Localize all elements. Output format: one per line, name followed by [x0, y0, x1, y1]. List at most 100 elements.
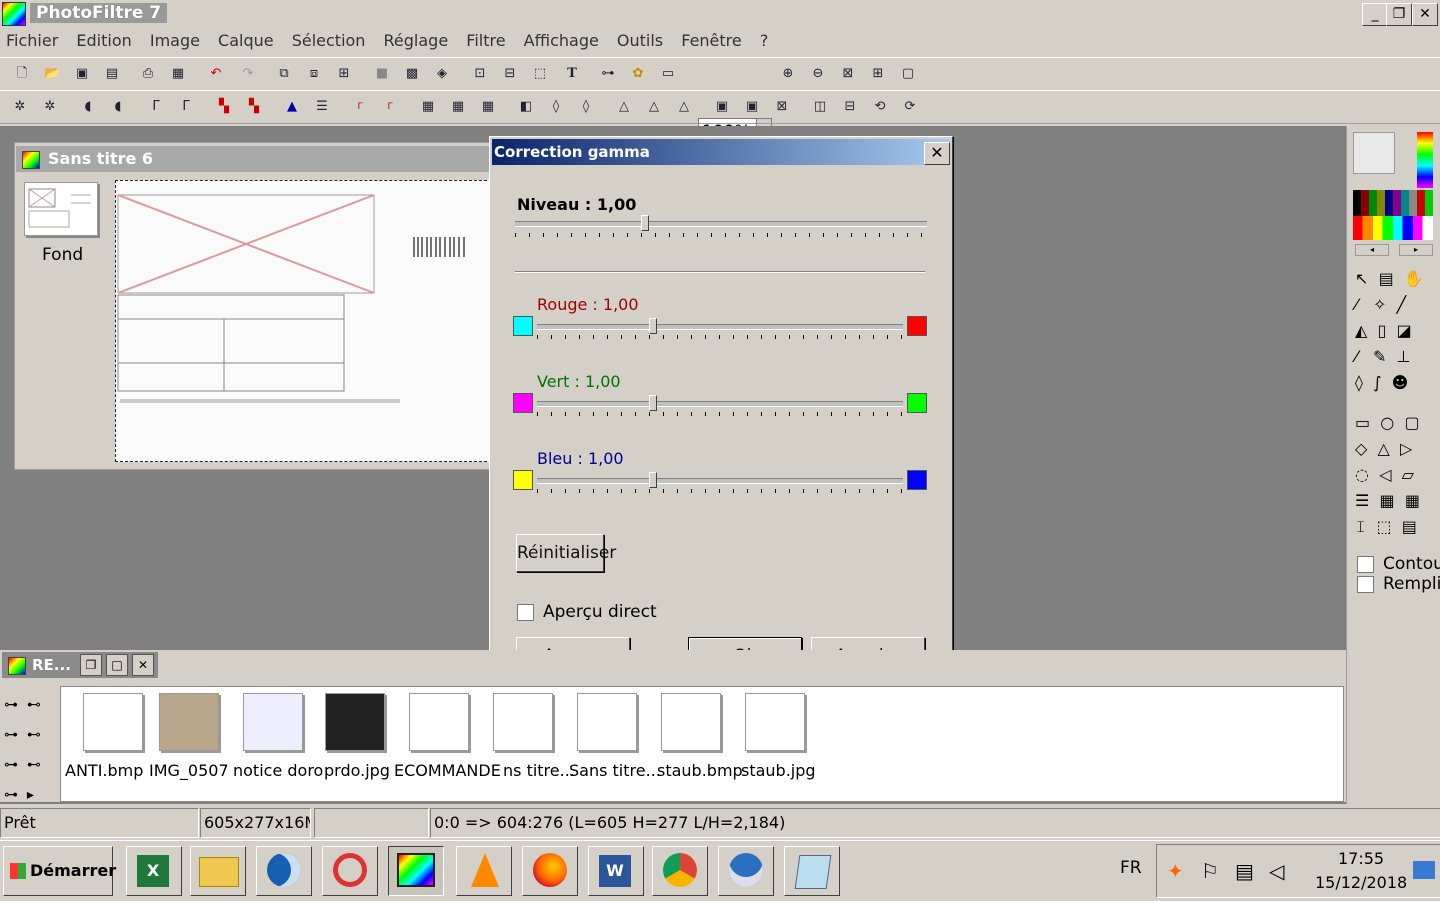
canvas-size-icon[interactable]: ⊟ [502, 66, 518, 82]
bleu-slider-thumb[interactable] [649, 472, 657, 488]
file-name-8[interactable]: staub.jpg [741, 761, 816, 780]
explorer-restore-button[interactable]: ❐ [80, 654, 102, 676]
image-size-icon[interactable]: ⊡ [472, 66, 488, 82]
vert-slider-thumb[interactable] [649, 395, 657, 411]
palette-next-icon[interactable]: ▸ [1399, 244, 1433, 256]
file-name-0[interactable]: ANTI.bmp [65, 761, 143, 780]
document-title-bar[interactable]: Sans titre 6 [16, 146, 490, 172]
plugins-icon[interactable]: ✿ [630, 66, 646, 82]
transform-icon[interactable]: ⬚ [1376, 517, 1391, 536]
niveau-slider-track[interactable] [515, 221, 927, 227]
effect-2-icon[interactable]: ✲ [42, 99, 58, 115]
effect-8-icon[interactable]: ▚ [246, 99, 262, 115]
file-name-7[interactable]: staub.bmp [657, 761, 743, 780]
eraser-icon[interactable]: ◪ [1396, 321, 1411, 340]
file-thumb-2[interactable] [243, 693, 303, 751]
open-shape-icon[interactable]: ▱ [1402, 465, 1414, 484]
effect-11-icon[interactable]: ▦ [420, 99, 436, 115]
hand-icon[interactable]: ✋ [1404, 269, 1424, 288]
effect-5-icon[interactable]: Γ [148, 99, 164, 115]
save-as-icon[interactable]: ▤ [104, 66, 120, 82]
redo-icon[interactable]: ↷ [240, 66, 256, 82]
auto-contrast-icon[interactable]: Γ [382, 99, 398, 115]
spray-icon[interactable]: ▯ [1377, 321, 1386, 340]
rectangle-icon[interactable]: ▭ [1355, 413, 1370, 432]
portrait-icon[interactable]: ☻ [1392, 373, 1409, 392]
start-button[interactable]: Démarrer [3, 846, 116, 896]
menu-edition[interactable]: Edition [70, 29, 137, 52]
effect-20-icon[interactable]: ⊠ [774, 99, 790, 115]
line-icon[interactable]: ╱ [1397, 295, 1407, 314]
file-name-3[interactable]: prdo.jpg [324, 761, 390, 780]
rotate-left-icon[interactable]: ⟲ [872, 99, 888, 115]
file-thumb-4[interactable] [409, 693, 469, 751]
file-thumb-3[interactable] [325, 693, 385, 751]
vlc-icon[interactable] [456, 846, 512, 896]
text-cursor-icon[interactable]: 𝙸 [1355, 517, 1366, 536]
crop-icon[interactable]: ⬚ [532, 66, 548, 82]
menu-fichier[interactable]: Fichier [0, 29, 64, 52]
image-canvas[interactable] [115, 180, 492, 462]
explorer-icon[interactable]: ⊶ [600, 66, 616, 82]
calendar-icon[interactable]: ▤ [1402, 517, 1417, 536]
file-name-5[interactable]: ns titre... [503, 761, 575, 780]
smudge-icon[interactable]: ∫ [1373, 373, 1381, 392]
file-thumb-7[interactable] [661, 693, 721, 751]
clock-date[interactable]: 15/12/2018 [1315, 873, 1407, 892]
effect-12-icon[interactable]: ▦ [450, 99, 466, 115]
explorer-close-button[interactable]: ✕ [132, 654, 154, 676]
file-name-6[interactable]: Sans titre... [569, 761, 661, 780]
menu-image[interactable]: Image [144, 29, 206, 52]
folder-copy-icon[interactable]: ⊶ [4, 757, 18, 773]
niveau-slider-thumb[interactable] [641, 215, 649, 231]
blur-drop-icon[interactable]: ◊ [1355, 373, 1363, 392]
folder-up-icon[interactable]: ⊶ [4, 727, 18, 743]
menu-help[interactable]: ? [754, 29, 775, 52]
effect-14-icon[interactable]: ◧ [518, 99, 534, 115]
chrome-icon[interactable] [652, 846, 708, 896]
file-thumb-0[interactable] [83, 693, 143, 751]
file-name-4[interactable]: ECOMMANDE [394, 761, 502, 780]
explorer-folder-icon[interactable] [190, 846, 246, 896]
language-indicator[interactable]: FR [1120, 858, 1142, 878]
restore-button[interactable]: ❐ [1386, 3, 1412, 26]
effect-3-icon[interactable]: ◖ [80, 99, 96, 115]
menu-calque[interactable]: Calque [212, 29, 280, 52]
dialog-close-button[interactable]: ✕ [924, 142, 950, 165]
vert-slider-track[interactable] [537, 401, 903, 407]
effect-19-icon[interactable]: ▣ [744, 99, 760, 115]
droplet-1-icon[interactable]: ◊ [548, 99, 564, 115]
pen-icon[interactable]: ✎ [1373, 347, 1386, 366]
align-icon[interactable]: ☰ [1355, 491, 1369, 510]
paste-new-icon[interactable]: ⊞ [336, 66, 352, 82]
fullscreen-icon[interactable]: ▢ [900, 66, 916, 82]
network-icon[interactable]: ▤ [1235, 859, 1254, 883]
effect-16-icon[interactable]: △ [646, 99, 662, 115]
window-icon[interactable]: ▭ [660, 66, 676, 82]
rouge-slider-track[interactable] [537, 324, 903, 330]
eyedropper-icon[interactable]: ⁄ [1355, 295, 1358, 314]
menu-fenetre[interactable]: Fenêtre [675, 29, 748, 52]
firefox-icon[interactable] [522, 846, 578, 896]
bleu-slider-track[interactable] [537, 478, 903, 484]
file-thumb-8[interactable] [745, 693, 805, 751]
ratio-32-icon[interactable]: ▦ [1405, 491, 1420, 510]
brush-icon[interactable]: ⁄ [1355, 347, 1358, 366]
palette-prev-icon[interactable]: ◂ [1355, 244, 1389, 256]
effect-7-icon[interactable]: ▚ [216, 99, 232, 115]
rotate-right-icon[interactable]: ⟳ [902, 99, 918, 115]
contour-checkbox[interactable] [1357, 556, 1374, 573]
triangle-icon[interactable]: △ [1377, 439, 1389, 458]
effect-9-icon[interactable]: ▲ [284, 99, 300, 115]
layer-thumbnail[interactable] [24, 182, 98, 236]
flip-h-icon[interactable]: ◫ [812, 99, 828, 115]
effect-17-icon[interactable]: △ [676, 99, 692, 115]
select-icon[interactable]: ▤ [1379, 269, 1394, 288]
excel-icon[interactable]: X [126, 846, 182, 896]
magic-wand-icon[interactable]: ✧ [1373, 295, 1386, 314]
tree-icon[interactable]: ⊶ [4, 697, 18, 713]
expand-arrow-icon[interactable]: ▸ [27, 787, 34, 803]
tree-alt-icon[interactable]: ⊷ [27, 697, 41, 713]
thunderbird-icon[interactable] [718, 846, 774, 896]
grey-square-icon[interactable]: ■ [374, 66, 390, 82]
